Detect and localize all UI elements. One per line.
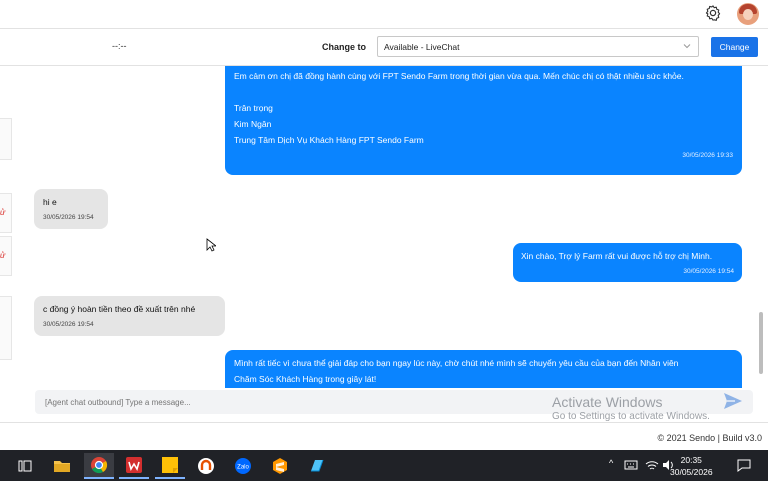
message-text: c đồng ý hoàn tiền theo đề xuất trên nhé (43, 304, 196, 314)
top-bar (0, 0, 768, 28)
notification-icon[interactable] (737, 458, 751, 472)
user-avatar[interactable] (737, 3, 759, 25)
message-text: hi e (43, 197, 57, 207)
conversation-item[interactable]: ử (0, 236, 12, 276)
message-text: Em cảm ơn chị đã đồng hành cùng với FPT … (234, 71, 684, 81)
chat-messages: Em cảm ơn chị đã đồng hành cùng với FPT … (13, 66, 758, 388)
message-timestamp: 30/05/2026 19:54 (43, 214, 94, 221)
message-outgoing: Xin chào, Trợ lý Farm rất vui được hỗ tr… (513, 243, 742, 282)
conversation-item[interactable] (0, 118, 12, 160)
sublime-text-icon[interactable] (265, 453, 295, 479)
message-text: Mình rất tiếc vì chưa thể giải đáp cho b… (234, 358, 679, 368)
message-timestamp: 30/05/2026 19:54 (683, 268, 734, 275)
message-text: Trân trọng (234, 103, 273, 113)
keyboard-icon[interactable] (624, 459, 638, 471)
ultraviewer-icon[interactable] (191, 453, 221, 479)
unread-mark: ử (0, 251, 6, 260)
footer-build-text: © 2021 Sendo | Build v3.0 (657, 433, 762, 443)
session-timer: --:-- (112, 41, 127, 51)
conversation-item[interactable] (0, 296, 12, 360)
watermark-subtitle: Go to Settings to activate Windows. (552, 411, 710, 422)
conversation-list-edge: ử ử (0, 66, 13, 421)
agent-status-bar: --:-- Change to Available - LiveChat Cha… (0, 28, 768, 66)
change-button[interactable]: Change (711, 37, 758, 57)
gear-icon[interactable] (704, 4, 722, 22)
message-timestamp: 30/05/2026 19:54 (43, 321, 94, 328)
system-clock[interactable]: 20:35 30/05/2026 (670, 454, 713, 478)
page-footer: © 2021 Sendo | Build v3.0 (0, 422, 768, 450)
task-view-icon[interactable] (10, 453, 40, 479)
mouse-cursor-icon (206, 238, 216, 252)
watermark-title: Activate Windows (552, 394, 663, 410)
send-icon[interactable] (722, 391, 744, 411)
windows-taskbar: Zalo ^ 20:35 30/05/2026 (0, 450, 768, 481)
conversation-item[interactable]: ử (0, 193, 12, 233)
sticky-notes-icon[interactable] (155, 453, 185, 479)
chevron-down-icon (683, 44, 691, 49)
file-explorer-icon[interactable] (47, 453, 77, 479)
activate-windows-watermark: Activate Windows Go to Settings to activ… (552, 394, 710, 422)
message-outgoing: Mình rất tiếc vì chưa thể giải đáp cho b… (225, 350, 742, 388)
message-incoming: hi e 30/05/2026 19:54 (34, 189, 108, 229)
unread-mark: ử (0, 208, 6, 217)
tray-expand-icon[interactable]: ^ (609, 458, 613, 468)
zalo-icon[interactable]: Zalo (228, 453, 258, 479)
clock-time: 20:35 (680, 455, 702, 465)
app-generic-icon[interactable] (302, 453, 332, 479)
chat-scrollbar[interactable] (759, 312, 763, 374)
message-text: Kim Ngân (234, 119, 272, 129)
message-incoming: c đồng ý hoàn tiền theo đề xuất trên nhé… (34, 296, 225, 336)
avatar-face (743, 9, 753, 20)
status-select-value: Available - LiveChat (384, 42, 460, 52)
status-select[interactable]: Available - LiveChat (377, 36, 699, 57)
message-text: Xin chào, Trợ lý Farm rất vui được hỗ tr… (521, 251, 713, 261)
wps-office-icon[interactable] (119, 453, 149, 479)
message-outgoing: Em cảm ơn chị đã đồng hành cùng với FPT … (225, 66, 742, 175)
change-to-label: Change to (322, 42, 366, 52)
message-timestamp: 30/05/2026 19:33 (682, 152, 733, 159)
message-text: Chăm Sóc Khách Hàng trong giây lát! (234, 374, 377, 384)
chrome-icon[interactable] (84, 453, 114, 479)
svg-text:Zalo: Zalo (237, 465, 249, 471)
message-text: Trung Tâm Dịch Vụ Khách Hàng FPT Sendo F… (234, 135, 424, 145)
wifi-icon[interactable] (645, 459, 659, 471)
clock-date: 30/05/2026 (670, 467, 713, 477)
